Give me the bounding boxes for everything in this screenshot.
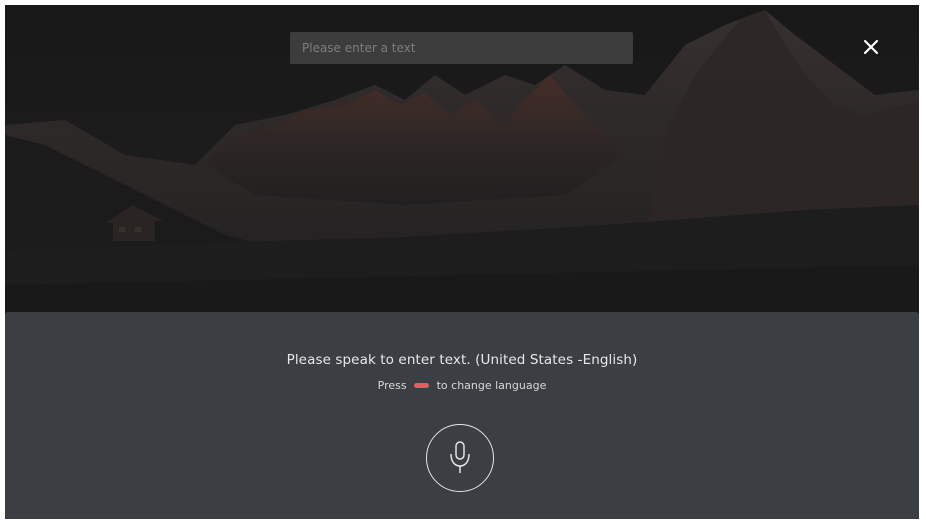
- microphone-icon: [450, 441, 470, 473]
- close-icon: [863, 39, 879, 55]
- red-key-icon: [414, 382, 430, 388]
- voice-input-panel: Please speak to enter text. (United Stat…: [5, 312, 919, 519]
- language-hint: Press to change language: [5, 379, 919, 392]
- close-button[interactable]: [859, 35, 883, 59]
- search-input[interactable]: [302, 32, 621, 64]
- speak-prompt: Please speak to enter text. (United Stat…: [286, 352, 638, 368]
- voice-input-screen: Please speak to enter text. (United Stat…: [5, 5, 919, 519]
- hint-suffix: to change language: [436, 379, 547, 392]
- hint-prefix: Press: [377, 379, 407, 392]
- search-input-container[interactable]: [290, 32, 633, 64]
- microphone-button[interactable]: [426, 424, 494, 492]
